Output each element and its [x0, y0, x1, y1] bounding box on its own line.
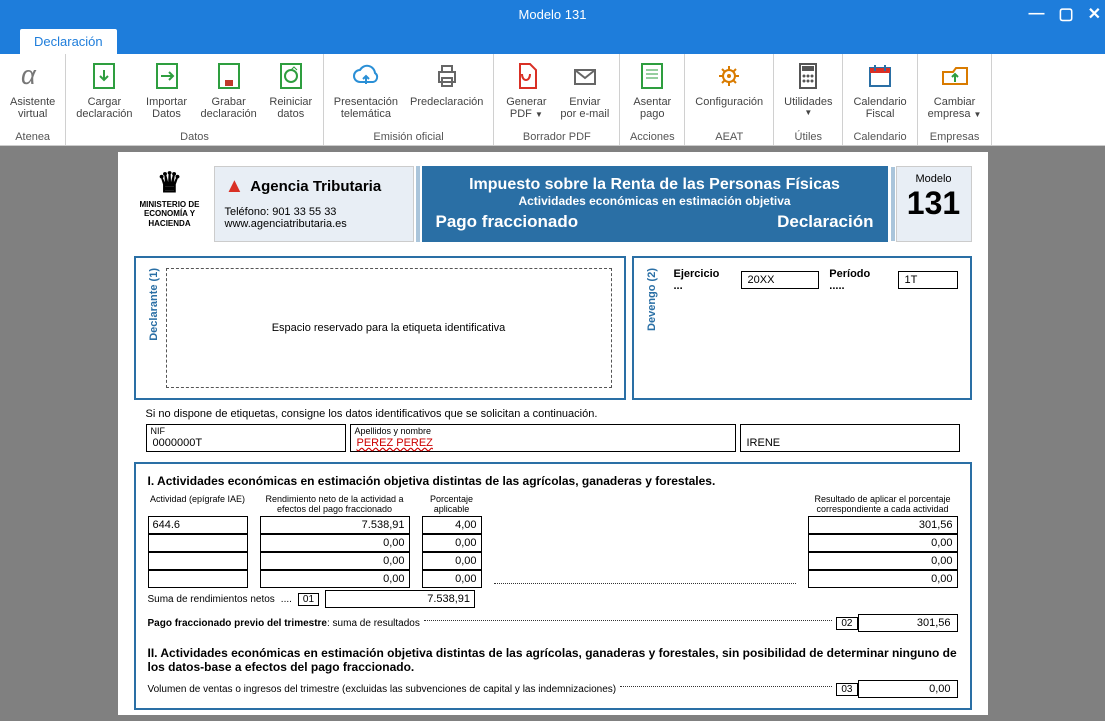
nombre-field[interactable]: IRENE — [740, 424, 960, 452]
tab-bar: Declaración — [0, 28, 1105, 54]
tab-declaracion[interactable]: Declaración — [20, 29, 117, 54]
ministerio-block: ♛ MINISTERIO DE ECONOMÍA Y HACIENDA — [134, 166, 206, 242]
group-label-emision: Emisión oficial — [324, 131, 494, 145]
asistente-virtual-button[interactable]: α Asistente virtual — [4, 56, 61, 129]
apellidos-field[interactable]: Apellidos y nombre PEREZ PEREZ — [350, 424, 736, 452]
section-i-title: I. Actividades económicas en estimación … — [148, 474, 958, 488]
mail-icon — [569, 60, 601, 92]
svg-text:α: α — [21, 60, 37, 90]
group-label-atenea: Atenea — [0, 131, 65, 145]
aeat-logo-icon: ▲ — [225, 175, 245, 198]
pago-value: 301,56 — [858, 614, 958, 632]
calculator-icon — [792, 60, 824, 92]
section-i-frame: I. Actividades económicas en estimación … — [134, 462, 972, 710]
enviar-email-button[interactable]: Enviar por e-mail — [554, 56, 615, 129]
save-icon — [213, 60, 245, 92]
work-area[interactable]: ♛ MINISTERIO DE ECONOMÍA Y HACIENDA ▲ Ag… — [0, 146, 1105, 721]
declarante-frame: Declarante (1) Espacio reservado para la… — [134, 256, 626, 400]
chevron-down-icon: ▼ — [535, 110, 543, 119]
col-porcentaje: 4,00 0,00 0,00 0,00 — [422, 516, 482, 588]
pct-cell[interactable]: 4,00 — [422, 516, 482, 534]
form-title-band: Impuesto sobre la Renta de las Personas … — [422, 166, 888, 242]
crest-icon: ♛ — [134, 166, 206, 200]
utilidades-button[interactable]: Utilidades ▼ — [778, 56, 838, 129]
calendar-icon — [864, 60, 896, 92]
group-label-aeat: AEAT — [685, 131, 773, 145]
etiqueta-note: Si no dispone de etiquetas, consigne los… — [146, 408, 960, 420]
box-03: 03 — [836, 683, 857, 696]
group-label-borrador: Borrador PDF — [494, 131, 619, 145]
iae-cell[interactable] — [148, 534, 248, 552]
devengo-frame: Devengo (2) Ejercicio ... 20XX Período .… — [632, 256, 972, 400]
ejercicio-field[interactable]: 20XX — [741, 271, 820, 289]
iae-cell[interactable]: 644.6 — [148, 516, 248, 534]
chevron-down-icon: ▼ — [974, 110, 982, 119]
import-icon — [151, 60, 183, 92]
group-label-datos: Datos — [66, 131, 323, 145]
pdf-icon — [510, 60, 542, 92]
group-label-utiles: Útiles — [774, 131, 842, 145]
res-cell[interactable]: 0,00 — [808, 570, 958, 588]
nif-field[interactable]: NIF 0000000T — [146, 424, 346, 452]
res-cell[interactable]: 0,00 — [808, 534, 958, 552]
volumen-value[interactable]: 0,00 — [858, 680, 958, 698]
window-title: Modelo 131 — [519, 7, 587, 22]
asentar-pago-button[interactable]: Asentar pago — [624, 56, 680, 129]
agencia-box: ▲ Agencia Tributaria Teléfono: 901 33 55… — [214, 166, 414, 242]
title-bar: Modelo 131 — ▢ ✕ — [0, 0, 1105, 28]
rend-cell[interactable]: 0,00 — [260, 570, 410, 588]
rend-cell[interactable]: 0,00 — [260, 534, 410, 552]
box-01: 01 — [298, 593, 319, 606]
form-sheet: ♛ MINISTERIO DE ECONOMÍA Y HACIENDA ▲ Ag… — [118, 152, 988, 715]
configuracion-button[interactable]: Configuración — [689, 56, 769, 129]
group-label-empresas: Empresas — [918, 131, 992, 145]
col-iae: 644.6 — [148, 516, 248, 588]
iae-cell[interactable] — [148, 552, 248, 570]
iae-cell[interactable] — [148, 570, 248, 588]
section-ii-title: II. Actividades económicas en estimación… — [148, 646, 958, 674]
generar-pdf-button[interactable]: Generar PDF ▼ — [498, 56, 554, 129]
importar-datos-button[interactable]: Importar Datos — [139, 56, 195, 129]
cargar-declaracion-button[interactable]: Cargar declaración — [70, 56, 138, 129]
ejercicio-label: Ejercicio ... — [674, 268, 731, 292]
periodo-label: Período ..... — [829, 268, 887, 292]
res-cell[interactable]: 301,56 — [808, 516, 958, 534]
suma-value: 7.538,91 — [325, 590, 475, 608]
cambiar-empresa-button[interactable]: Cambiar empresa ▼ — [922, 56, 988, 129]
pct-cell[interactable]: 0,00 — [422, 570, 482, 588]
predeclaracion-button[interactable]: Predeclaración — [404, 56, 489, 129]
pct-cell[interactable]: 0,00 — [422, 552, 482, 570]
chevron-down-icon: ▼ — [804, 108, 812, 117]
presentacion-telematica-button[interactable]: Presentación telemática — [328, 56, 404, 129]
periodo-field[interactable]: 1T — [898, 271, 958, 289]
ledger-icon — [636, 60, 668, 92]
alpha-icon: α — [17, 60, 49, 92]
etiqueta-space: Espacio reservado para la etiqueta ident… — [166, 268, 612, 388]
gear-icon — [713, 60, 745, 92]
cloud-upload-icon — [350, 60, 382, 92]
reiniciar-datos-button[interactable]: Reiniciar datos — [263, 56, 319, 129]
box-02: 02 — [836, 617, 857, 630]
printer-icon — [431, 60, 463, 92]
res-cell[interactable]: 0,00 — [808, 552, 958, 570]
col-resultado: 301,56 0,00 0,00 0,00 — [808, 516, 958, 588]
rend-cell[interactable]: 0,00 — [260, 552, 410, 570]
rend-cell[interactable]: 7.538,91 — [260, 516, 410, 534]
calendario-fiscal-button[interactable]: Calendario Fiscal — [847, 56, 912, 129]
ribbon: α Asistente virtual Atenea Cargar declar… — [0, 54, 1105, 146]
group-label-calendario: Calendario — [843, 131, 916, 145]
close-icon[interactable]: ✕ — [1088, 4, 1101, 24]
group-label-acciones: Acciones — [620, 131, 684, 145]
col-rendimiento: 7.538,91 0,00 0,00 0,00 — [260, 516, 410, 588]
minimize-icon[interactable]: — — [1028, 5, 1044, 23]
model-number-box: Modelo 131 — [896, 166, 972, 242]
maximize-icon[interactable]: ▢ — [1058, 4, 1073, 24]
load-icon — [88, 60, 120, 92]
pct-cell[interactable]: 0,00 — [422, 534, 482, 552]
folder-open-icon — [939, 60, 971, 92]
grabar-declaracion-button[interactable]: Grabar declaración — [195, 56, 263, 129]
reset-icon — [275, 60, 307, 92]
